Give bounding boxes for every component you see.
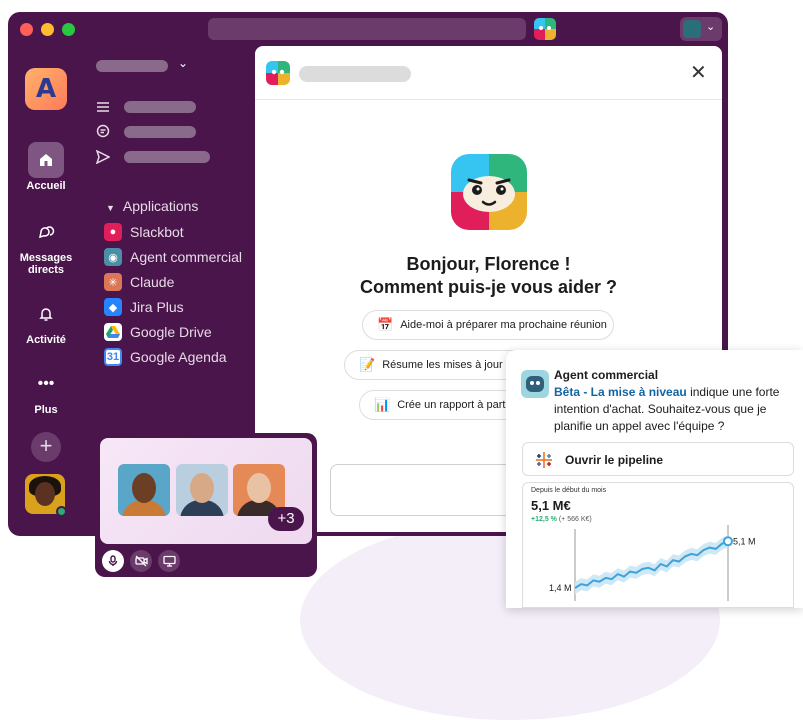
rail-label: Accueil xyxy=(26,180,66,192)
chevron-down-icon[interactable]: ⌄ xyxy=(178,56,188,70)
app-label: Agent commercial xyxy=(130,249,243,265)
app-label: Google Drive xyxy=(130,324,212,340)
agent-avatar-icon xyxy=(683,20,701,38)
jira-icon: ◆ xyxy=(104,298,122,316)
app-label: Jira Plus xyxy=(130,299,184,315)
nav-placeholder[interactable] xyxy=(124,126,196,138)
rail-item-more[interactable]: ••• Plus xyxy=(8,366,84,416)
close-window-button[interactable] xyxy=(20,23,33,36)
add-button[interactable]: + xyxy=(31,432,61,462)
send-icon[interactable] xyxy=(95,149,111,167)
agent-name: Agent commercial xyxy=(554,368,659,382)
workspace-logo[interactable]: A xyxy=(25,68,67,110)
chevron-down-icon: ⌄ xyxy=(706,21,716,33)
suggestion-label: Résume les mises à jour réc xyxy=(382,359,521,371)
rail-item-home[interactable]: Accueil xyxy=(8,142,84,192)
home-icon xyxy=(28,142,64,178)
pipeline-chart-card: Depuis le début du mois 5,1 M€ +12,5 % (… xyxy=(522,482,794,608)
nav-placeholder[interactable] xyxy=(124,151,210,163)
caret-down-icon: ▼ xyxy=(106,203,115,213)
participant-avatar xyxy=(176,464,228,516)
microphone-icon[interactable] xyxy=(102,550,124,572)
open-pipeline-button[interactable]: Ouvrir le pipeline xyxy=(522,442,794,476)
app-label: Google Agenda xyxy=(130,349,227,365)
chart-start-label: 1,4 M xyxy=(549,583,572,593)
slackbot-icon: ● xyxy=(104,223,122,241)
app-label: Slackbot xyxy=(130,224,184,240)
greeting-line-1: Bonjour, Florence ! xyxy=(406,254,571,274)
title-bar: ⌄ xyxy=(8,12,728,46)
zoom-window-button[interactable] xyxy=(62,23,75,36)
rail-item-activity[interactable]: Activité xyxy=(8,296,84,346)
apps-section-header[interactable]: ▼ Applications xyxy=(106,198,198,214)
sidebar-item-drive[interactable]: Google Drive xyxy=(104,322,212,342)
close-icon[interactable]: ✕ xyxy=(690,60,707,84)
minimize-window-button[interactable] xyxy=(41,23,54,36)
more-participants-badge[interactable]: +3 xyxy=(268,507,304,531)
greeting-line-2: Comment puis-je vous aider ? xyxy=(359,277,618,297)
workspace-rail: A Accueil Messages directs Activité ••• … xyxy=(8,46,84,536)
online-status-icon xyxy=(56,506,67,517)
rail-label: Activité xyxy=(26,334,66,346)
nav-placeholder[interactable] xyxy=(124,101,196,113)
drive-icon xyxy=(104,323,122,341)
bell-icon xyxy=(28,296,64,332)
agent-avatar-icon xyxy=(521,370,549,398)
pipeline-area-chart: 5,1 M 1,4 M xyxy=(549,525,756,601)
agent-message: Bêta - La mise à niveau indique une fort… xyxy=(554,384,786,435)
rail-label: Plus xyxy=(34,404,58,416)
slackbot-logo xyxy=(451,154,527,230)
tableau-icon xyxy=(535,451,553,474)
claude-icon: ✳ xyxy=(104,273,122,291)
rail-item-dms[interactable]: Messages directs xyxy=(8,214,84,276)
chart-end-point xyxy=(723,536,733,547)
sidebar-item-claude[interactable]: ✳ Claude xyxy=(104,272,174,292)
agent-message-card: Agent commercial Bêta - La mise à niveau… xyxy=(506,350,803,608)
screen-share-icon[interactable] xyxy=(158,550,180,572)
user-menu-button[interactable]: ⌄ xyxy=(680,17,722,41)
rail-label: Messages directs xyxy=(19,252,73,276)
calendar-icon: 31 xyxy=(104,348,122,366)
more-icon: ••• xyxy=(37,375,55,392)
search-bar[interactable] xyxy=(208,18,526,40)
threads-icon[interactable] xyxy=(96,100,110,117)
memo-icon: 📝 xyxy=(359,357,376,372)
suggestion-label: Crée un rapport à partir xyxy=(397,399,512,411)
app-label: Claude xyxy=(130,274,175,290)
sidebar-item-jira[interactable]: ◆ Jira Plus xyxy=(104,297,184,317)
huddle-window: +3 xyxy=(95,433,317,577)
agent-icon: ◉ xyxy=(104,248,122,266)
sidebar-item-slackbot[interactable]: ● Slackbot xyxy=(104,222,184,242)
sidebar-item-calendar[interactable]: 31 Google Agenda xyxy=(104,347,227,367)
workspace-name-placeholder[interactable] xyxy=(96,60,168,72)
huddle-participants: +3 xyxy=(100,438,312,544)
panel-header: ✕ xyxy=(255,46,722,100)
suggestion-chip[interactable]: 📊 Crée un rapport à partir xyxy=(359,390,529,420)
sidebar-item-agent[interactable]: ◉ Agent commercial xyxy=(104,247,242,267)
video-off-icon[interactable] xyxy=(130,550,152,572)
dm-icon xyxy=(28,214,64,250)
bar-chart-icon: 📊 xyxy=(374,397,391,412)
slackbot-icon xyxy=(266,61,290,85)
suggestion-label: Aide-moi à préparer ma prochaine réunion xyxy=(400,319,607,331)
suggestion-chip[interactable]: 📅 Aide-moi à préparer ma prochaine réunio… xyxy=(362,310,614,340)
chart-confidence-band xyxy=(575,535,728,594)
upgrade-link[interactable]: Bêta - La mise à niveau xyxy=(554,385,687,399)
mentions-icon[interactable] xyxy=(96,124,110,141)
chart-end-label: 5,1 M xyxy=(733,536,756,546)
participant-avatar xyxy=(118,464,170,516)
apps-header-label: Applications xyxy=(122,198,199,214)
slackbot-icon[interactable] xyxy=(534,18,556,40)
pipeline-button-label: Ouvrir le pipeline xyxy=(565,453,664,467)
calendar-icon: 📅 xyxy=(377,317,394,332)
panel-title-placeholder xyxy=(299,66,411,82)
